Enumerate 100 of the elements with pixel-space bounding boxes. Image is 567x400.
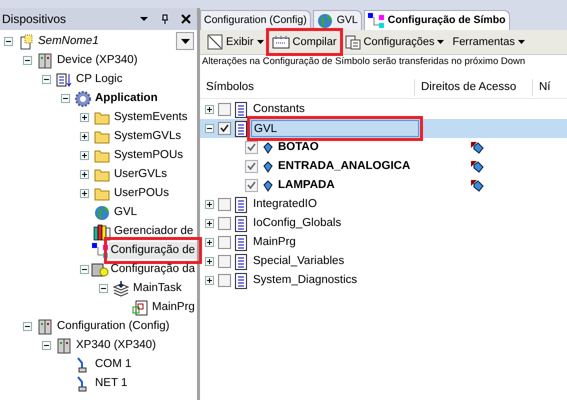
checkbox[interactable] [245, 160, 258, 173]
collapse-icon[interactable] [23, 56, 32, 65]
caret-icon [180, 38, 190, 44]
folder-icon [94, 186, 110, 200]
tree-item[interactable]: NET 1 [93, 374, 130, 392]
symbol-name[interactable]: IoConfig_Globals [251, 214, 344, 232]
expand-icon[interactable] [80, 189, 89, 198]
tree-item[interactable]: SystemEvents [112, 108, 190, 126]
tree-item[interactable]: Configuração de [108, 242, 197, 260]
document-icon [18, 34, 34, 50]
document-icon [235, 254, 247, 270]
symbol-config-icon [92, 242, 108, 258]
checkbox[interactable] [218, 255, 231, 268]
expand-icon[interactable] [80, 113, 89, 122]
tree-item[interactable]: SystemPOUs [112, 146, 186, 164]
expand-icon[interactable] [80, 151, 89, 160]
access-icon[interactable] [470, 178, 484, 192]
books-icon [93, 222, 111, 240]
caret-icon [256, 40, 264, 44]
tree-item[interactable]: SemNome1 [36, 32, 101, 50]
toolbar-button[interactable]: Ferramentas [449, 31, 528, 53]
toolbar-button[interactable]: Compilar [268, 31, 340, 53]
collapse-icon[interactable] [23, 322, 32, 331]
variable-name[interactable]: ENTRADA_ANALOGICA [278, 158, 470, 176]
document-icon [235, 102, 247, 118]
tree-item[interactable]: Application [93, 90, 160, 108]
build-icon [272, 35, 290, 49]
symbol-name[interactable]: System_Diagnostics [251, 272, 360, 290]
collapse-icon[interactable] [80, 265, 89, 274]
tree-item[interactable]: Configuration (Config) [55, 318, 172, 336]
variable-icon [263, 142, 273, 154]
tree-item[interactable]: MainTask [131, 280, 184, 298]
panel-title: Dispositivos [2, 11, 68, 28]
collapse-icon[interactable] [205, 124, 214, 133]
caret-icon [518, 40, 525, 44]
variable-icon [263, 180, 273, 192]
editor-tab[interactable]: Configuração de Símbo [364, 10, 510, 30]
checkbox[interactable] [245, 179, 258, 192]
tree-item[interactable]: COM 1 [93, 356, 134, 374]
task-config-icon [90, 262, 109, 278]
tree-item[interactable]: UserPOUs [112, 184, 171, 202]
checkbox[interactable] [218, 236, 231, 249]
clipboard-icon [344, 34, 361, 50]
variable-name[interactable]: LAMPADA [278, 176, 470, 194]
symbol-name[interactable]: IntegratedIO [251, 196, 319, 214]
expand-icon[interactable] [80, 132, 89, 141]
document-icon [235, 216, 247, 232]
editor-tab[interactable]: Configuration (Config) [200, 10, 311, 30]
close-icon[interactable] [181, 14, 191, 24]
tree-item[interactable]: CP Logic [74, 70, 124, 88]
checkbox[interactable] [218, 217, 231, 230]
checkbox[interactable] [218, 103, 231, 116]
checkbox[interactable] [245, 141, 258, 154]
document-icon [235, 272, 247, 288]
symbol-config-icon [368, 12, 384, 28]
expand-icon[interactable] [205, 200, 214, 209]
document-icon [235, 234, 247, 250]
checkbox[interactable] [218, 198, 231, 211]
toolbar-button[interactable]: Exibir [204, 31, 267, 53]
collapse-icon[interactable] [99, 284, 108, 293]
variable-name[interactable]: BOTAO [278, 138, 470, 156]
tree-item[interactable]: GVL [112, 204, 140, 222]
checkbox[interactable] [218, 274, 231, 287]
dropdown-icon[interactable] [139, 16, 149, 22]
tree-item[interactable]: XP340 (XP340) [74, 336, 158, 354]
tree-item[interactable]: Device (XP340) [55, 52, 140, 70]
column-header[interactable]: Direitos de Acesso [415, 78, 533, 96]
tree-item[interactable]: Gerenciador de [112, 222, 196, 240]
gear-icon [74, 90, 92, 108]
checkbox[interactable] [218, 122, 231, 135]
symbol-name[interactable]: Constants [251, 100, 307, 118]
collapse-icon[interactable] [42, 75, 51, 84]
dropdown-button[interactable] [176, 32, 194, 50]
expand-icon[interactable] [205, 219, 214, 228]
collapse-icon[interactable] [42, 341, 51, 350]
tree-item[interactable]: Configuração da [108, 260, 197, 278]
tree-item[interactable]: SystemGVLs [112, 128, 184, 146]
toolbar-button[interactable]: Configurações [342, 31, 448, 53]
symbol-name[interactable]: MainPrg [251, 234, 298, 252]
view-icon [207, 34, 223, 50]
symbol-name[interactable]: Special_Variables [251, 252, 346, 270]
access-icon[interactable] [470, 140, 484, 154]
expand-icon[interactable] [80, 170, 89, 179]
expand-icon[interactable] [205, 238, 214, 247]
pin-icon[interactable] [161, 14, 169, 24]
folder-icon [94, 168, 110, 182]
collapse-icon[interactable] [4, 37, 13, 46]
expand-icon[interactable] [205, 105, 214, 114]
device-icon [37, 52, 53, 68]
tree-item[interactable]: UserGVLs [112, 166, 170, 184]
expand-icon[interactable] [205, 257, 214, 266]
globe-icon [316, 12, 333, 28]
column-header[interactable]: Ní [533, 78, 556, 96]
access-icon[interactable] [470, 160, 484, 174]
column-header[interactable]: Símbolos [200, 78, 415, 96]
editor-tab[interactable]: GVL [312, 10, 362, 30]
folder-icon [94, 110, 110, 124]
tree-item[interactable]: MainPrg [150, 298, 197, 316]
expand-icon[interactable] [205, 276, 214, 285]
collapse-icon[interactable] [61, 94, 70, 103]
